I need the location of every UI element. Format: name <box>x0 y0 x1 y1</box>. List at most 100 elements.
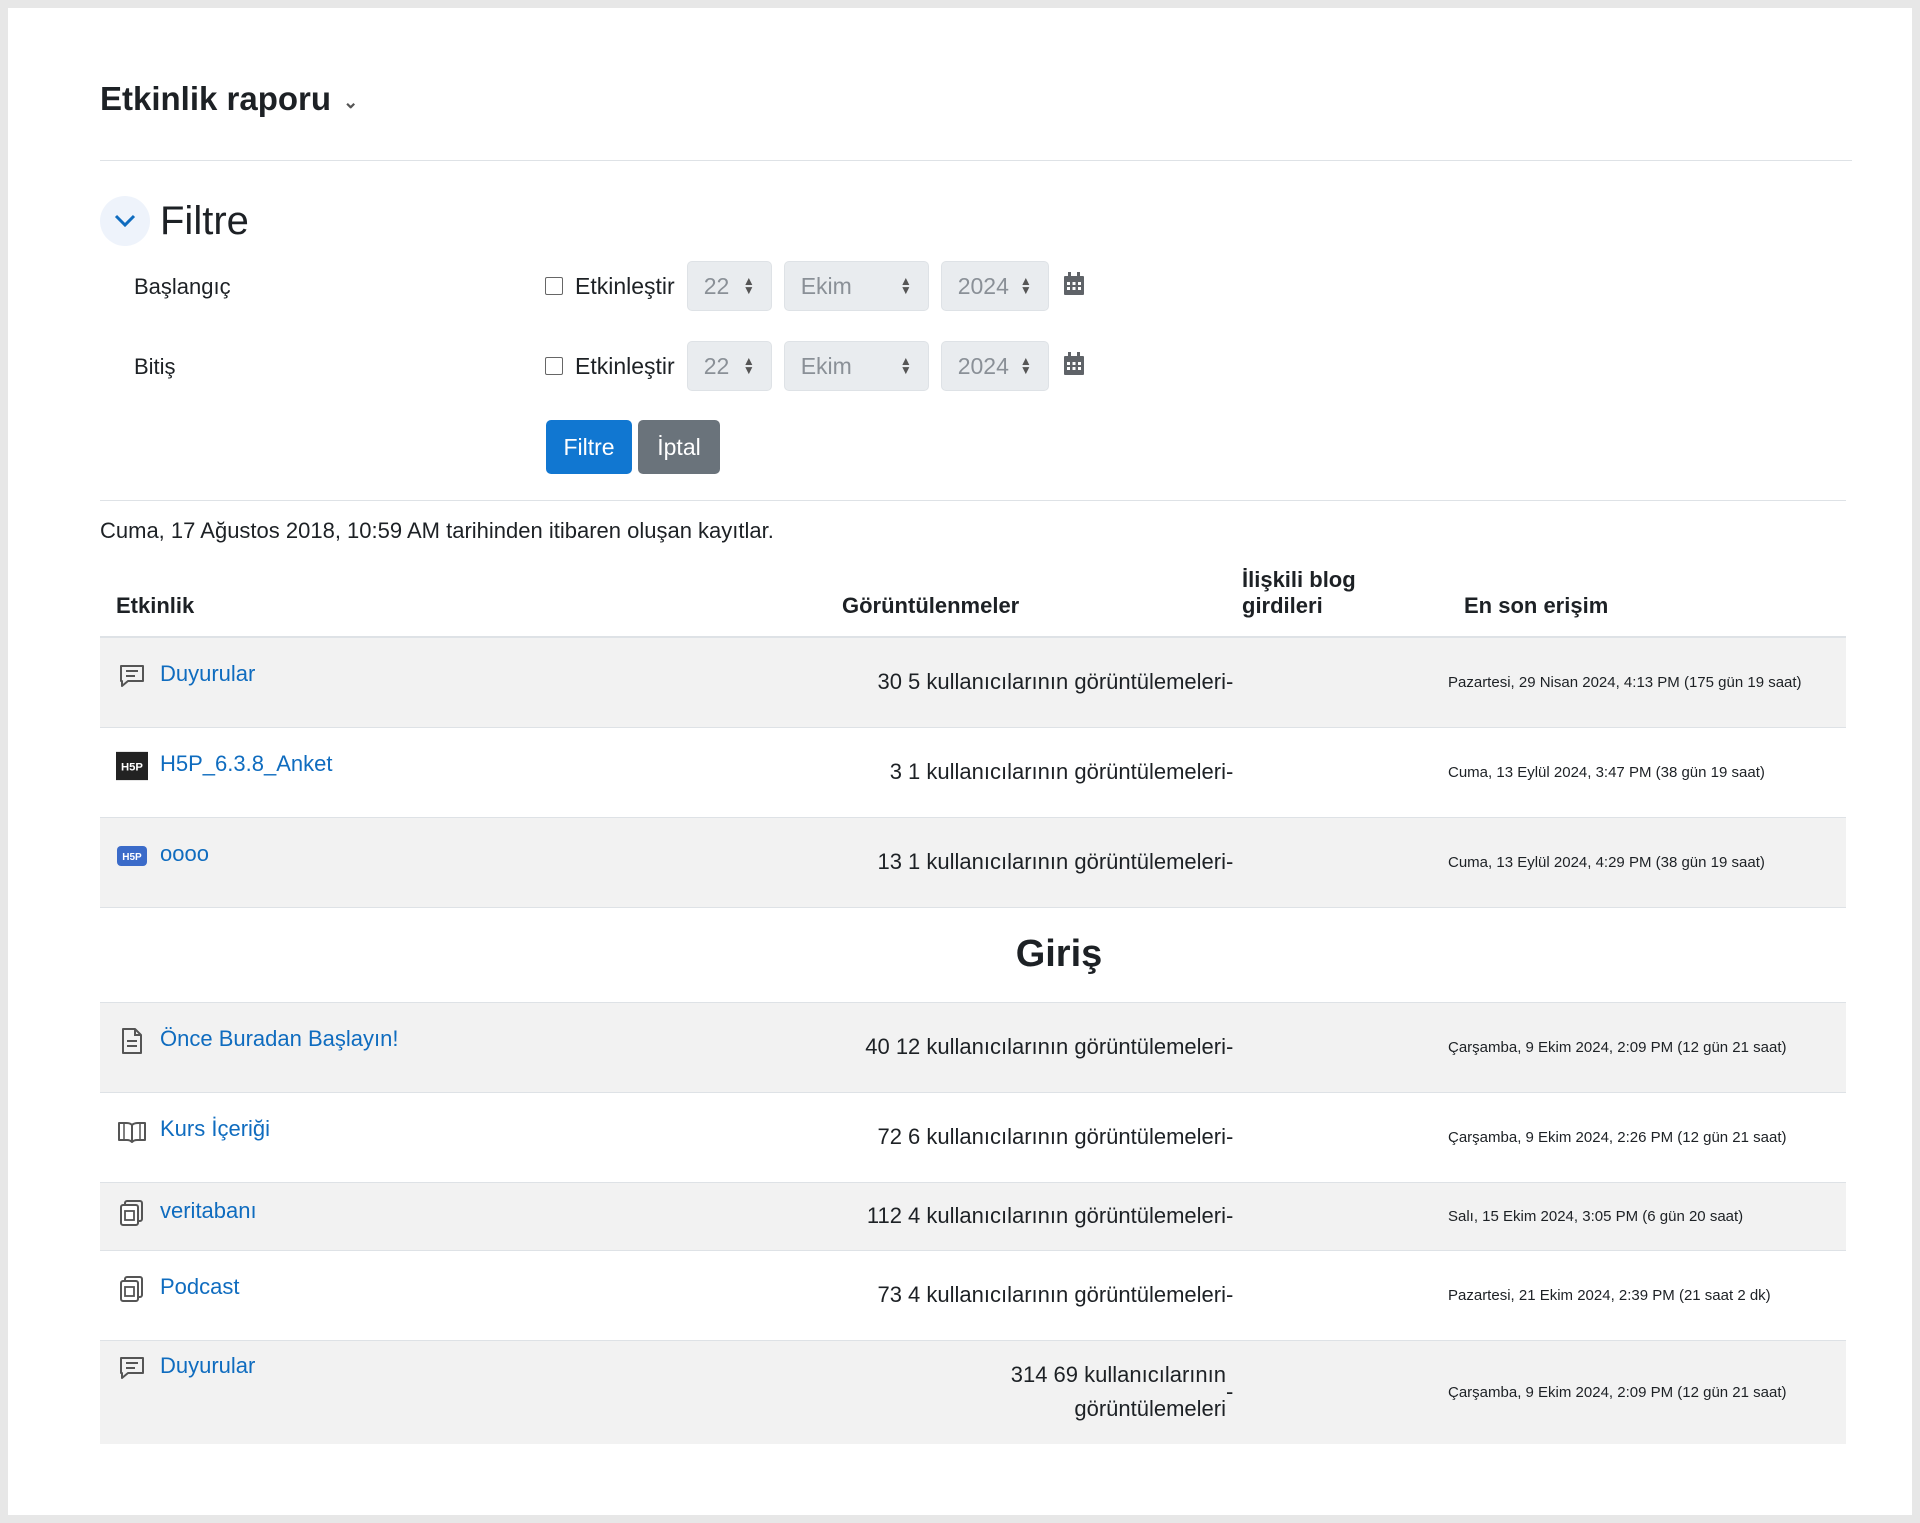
title-divider <box>100 160 1852 161</box>
last-access-cell: Cuma, 13 Eylül 2024, 4:29 PM (38 gün 19 … <box>1448 816 1846 907</box>
blog-cell: - <box>1226 1091 1448 1182</box>
end-day-select[interactable]: 22 ▲ ▼ <box>686 341 772 391</box>
activity-link[interactable]: Podcast <box>160 1274 240 1300</box>
blog-cell: - <box>1226 1249 1448 1340</box>
svg-text:H5P: H5P <box>121 762 143 774</box>
blog-cell: - <box>1226 726 1448 817</box>
h5p-dark-icon: H5P <box>116 751 148 781</box>
start-day-select[interactable]: 22 ▲ ▼ <box>686 261 772 311</box>
last-access-cell: Pazartesi, 29 Nisan 2024, 4:13 PM (175 g… <box>1448 636 1846 727</box>
activity-link[interactable]: veritabanı <box>160 1198 257 1224</box>
select-arrows-icon: ▲ ▼ <box>742 354 755 377</box>
cancel-button[interactable]: İptal <box>638 420 720 474</box>
views-cell: 73 4 kullanıcılarının görüntülemeleri <box>820 1249 1226 1340</box>
views-cell: 40 12 kullanıcılarının görüntülemeleri <box>820 1001 1226 1092</box>
header-blog[interactable]: İlişkili blog girdileri <box>1226 555 1448 638</box>
select-arrows-icon: ▲ ▼ <box>1019 274 1032 297</box>
start-label: Başlangıç <box>134 274 231 299</box>
section-heading-row: Giriş <box>100 906 1846 1002</box>
table-row: Duyurular 30 5 kullanıcılarının görüntül… <box>100 636 1846 727</box>
since-text: Cuma, 17 Ağustos 2018, 10:59 AM tarihind… <box>100 518 774 543</box>
table-header-row: Etkinlik Görüntülenmeler İlişkili blog gi… <box>100 555 1846 638</box>
activity-cell: Kurs İçeriği <box>100 1091 820 1182</box>
table-row: Duyurular 314 69 kullanıcılarının görünt… <box>100 1339 1846 1444</box>
views-cell: 30 5 kullanıcılarının görüntülemeleri <box>820 636 1226 727</box>
activity-link[interactable]: Kurs İçeriği <box>160 1116 270 1142</box>
header-last-access[interactable]: En son erişim <box>1448 555 1846 638</box>
svg-text:H5P: H5P <box>122 852 142 863</box>
calendar-icon[interactable] <box>1063 351 1085 381</box>
views-line2: görüntülemeleri <box>1074 1396 1226 1422</box>
activity-link[interactable]: Duyurular <box>160 661 255 687</box>
start-month-select[interactable]: Ekim ▲ ▼ <box>783 261 929 311</box>
start-day-value: 22 <box>703 272 730 299</box>
filter-header[interactable]: Filtre <box>100 196 249 246</box>
end-month-value: Ekim <box>800 352 852 379</box>
blog-cell: - <box>1226 1181 1448 1250</box>
filter-button[interactable]: Filtre <box>546 420 632 474</box>
views-cell: 112 4 kullanıcılarının görüntülemeleri <box>820 1181 1226 1250</box>
header-views[interactable]: Görüntülenmeler <box>820 555 1226 638</box>
table-row: Podcast 73 4 kullanıcılarının görüntülem… <box>100 1249 1846 1340</box>
blog-cell: - <box>1226 816 1448 907</box>
chevron-down-icon[interactable]: ⌄ <box>343 92 358 113</box>
table-row: Önce Buradan Başlayın! 40 12 kullanıcıla… <box>100 1001 1846 1092</box>
forum-icon <box>116 1353 148 1383</box>
last-access-cell: Çarşamba, 9 Ekim 2024, 2:09 PM (12 gün 2… <box>1448 1001 1846 1092</box>
end-day-value: 22 <box>703 352 730 379</box>
header-blog-line1: İlişkili blog <box>1242 567 1356 592</box>
activity-cell: Podcast <box>100 1249 820 1340</box>
activity-link[interactable]: Önce Buradan Başlayın! <box>160 1026 398 1052</box>
page-title-text: Etkinlik raporu <box>100 80 332 117</box>
blog-cell: - <box>1226 1339 1448 1444</box>
forum-icon <box>116 661 148 691</box>
activity-report-table: Etkinlik Görüntülenmeler İlişkili blog gi… <box>100 555 1846 1444</box>
start-year-select[interactable]: 2024 ▲ ▼ <box>940 261 1049 311</box>
last-access-cell: Salı, 15 Ekim 2024, 3:05 PM (6 gün 20 sa… <box>1448 1181 1846 1250</box>
blog-cell: - <box>1226 636 1448 727</box>
select-arrows-icon: ▲ ▼ <box>899 354 912 377</box>
end-enable-checkbox[interactable] <box>545 357 563 375</box>
activity-link[interactable]: oooo <box>160 841 209 867</box>
calendar-icon[interactable] <box>1063 271 1085 301</box>
header-activity[interactable]: Etkinlik <box>100 555 820 638</box>
collapse-chevron-icon[interactable] <box>100 196 150 246</box>
end-year-select[interactable]: 2024 ▲ ▼ <box>940 341 1049 391</box>
resource-icon <box>116 1274 148 1304</box>
last-access-cell: Çarşamba, 9 Ekim 2024, 2:09 PM (12 gün 2… <box>1448 1339 1846 1444</box>
activity-link[interactable]: H5P_6.3.8_Anket <box>160 751 332 777</box>
views-cell: 13 1 kullanıcılarının görüntülemeleri <box>820 816 1226 907</box>
start-month-value: Ekim <box>800 272 852 299</box>
select-arrows-icon: ▲ ▼ <box>899 274 912 297</box>
end-month-select[interactable]: Ekim ▲ ▼ <box>783 341 929 391</box>
start-date-controls: Etkinleştir 22 ▲ ▼ Ekim ▲ ▼ 2024 ▲ ▼ <box>545 261 1085 311</box>
activity-cell: Duyurular <box>100 1339 820 1444</box>
activity-cell: veritabanı <box>100 1181 820 1250</box>
filter-title: Filtre <box>160 198 249 243</box>
end-date-controls: Etkinleştir 22 ▲ ▼ Ekim ▲ ▼ 2024 ▲ ▼ <box>545 341 1085 391</box>
select-arrows-icon: ▲ ▼ <box>1019 354 1032 377</box>
start-enable-label: Etkinleştir <box>575 272 675 299</box>
activity-link[interactable]: Duyurular <box>160 1353 255 1379</box>
table-row: veritabanı 112 4 kullanıcılarının görünt… <box>100 1181 1846 1250</box>
activity-cell: Önce Buradan Başlayın! <box>100 1001 820 1092</box>
header-blog-line2: girdileri <box>1242 593 1323 618</box>
views-cell: 3 1 kullanıcılarının görüntülemeleri <box>820 726 1226 817</box>
table-row: H5P H5P_6.3.8_Anket 3 1 kullanıcılarının… <box>100 726 1846 817</box>
start-enable-checkbox[interactable] <box>545 277 563 295</box>
section-title: Giriş <box>100 906 1846 1002</box>
activity-cell: H5P H5P_6.3.8_Anket <box>100 726 820 817</box>
table-row: H5P oooo 13 1 kullanıcılarının görüntüle… <box>100 816 1846 907</box>
views-line1: 314 69 kullanıcılarının <box>1010 1362 1226 1388</box>
last-access-cell: Pazartesi, 21 Ekim 2024, 2:39 PM (21 saa… <box>1448 1249 1846 1340</box>
filter-divider <box>100 500 1846 501</box>
page-title[interactable]: Etkinlik raporu ⌄ <box>100 80 358 118</box>
activity-cell: Duyurular <box>100 636 820 727</box>
end-label: Bitiş <box>134 354 176 379</box>
activity-cell: H5P oooo <box>100 816 820 907</box>
end-year-value: 2024 <box>957 352 1009 379</box>
last-access-cell: Cuma, 13 Eylül 2024, 3:47 PM (38 gün 19 … <box>1448 726 1846 817</box>
select-arrows-icon: ▲ ▼ <box>742 274 755 297</box>
book-icon <box>116 1116 148 1146</box>
resource-icon <box>116 1198 148 1228</box>
